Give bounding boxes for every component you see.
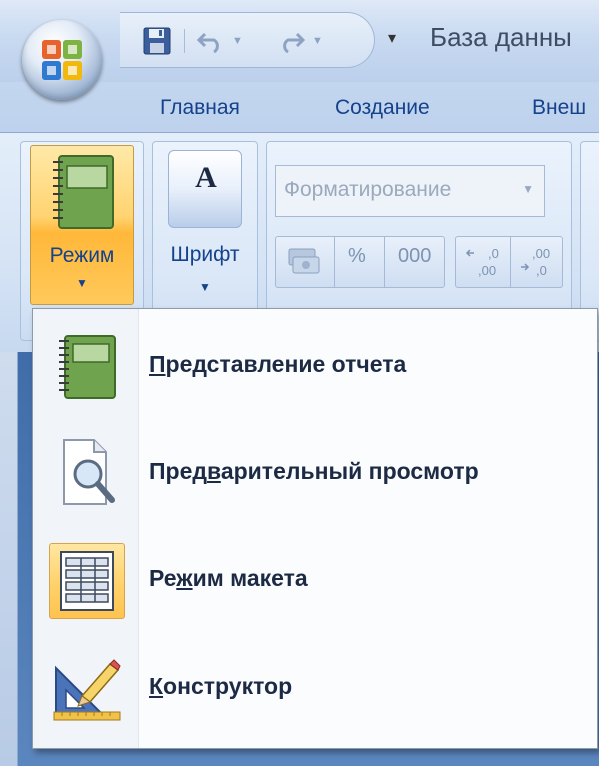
mode-button[interactable]: Режим ▼ bbox=[30, 145, 134, 305]
increase-decimal-button[interactable]: ,0 ,00 bbox=[464, 243, 504, 285]
window-title: База данны bbox=[430, 22, 572, 52]
save-icon bbox=[143, 27, 171, 55]
redo-icon bbox=[283, 32, 306, 54]
qat-separator bbox=[184, 29, 185, 53]
menu-item-label: Режим макета bbox=[149, 565, 308, 591]
number-separator bbox=[334, 237, 335, 287]
report-notebook-icon bbox=[53, 155, 114, 229]
print-preview-icon bbox=[49, 436, 125, 512]
percent-format-button[interactable]: % bbox=[348, 245, 366, 268]
menu-item-print-preview[interactable]: Предварительный просмотр bbox=[37, 424, 593, 524]
decrease-decimal-button[interactable]: ,00 ,0 bbox=[516, 243, 556, 285]
undo-dropdown-icon[interactable]: ▼ bbox=[232, 35, 243, 47]
svg-text:,0: ,0 bbox=[536, 263, 547, 278]
customize-qat-icon[interactable]: ▾ bbox=[388, 28, 396, 48]
redo-button[interactable]: ▼ bbox=[276, 27, 323, 55]
currency-icon bbox=[288, 248, 320, 274]
font-button[interactable]: A bbox=[168, 150, 242, 228]
report-view-icon bbox=[49, 329, 125, 405]
save-button[interactable] bbox=[142, 27, 172, 55]
svg-text:,00: ,00 bbox=[478, 263, 496, 278]
formatting-combo[interactable]: Форматирование ▼ bbox=[275, 165, 545, 217]
formatting-combo-value: Форматирование bbox=[284, 178, 452, 201]
font-a-icon: A bbox=[195, 161, 217, 193]
font-button-label: Шрифт bbox=[170, 243, 240, 266]
tab-external[interactable]: Внеш bbox=[532, 96, 586, 120]
menu-item-label: Предварительный просмотр bbox=[149, 458, 479, 484]
undo-icon bbox=[196, 32, 219, 54]
navigation-pane-edge bbox=[0, 352, 18, 766]
decrease-decimal-icon: ,00 ,0 bbox=[521, 246, 550, 278]
font-dropdown-icon[interactable]: ▼ bbox=[155, 280, 255, 294]
access-window: ▼ ▼ ▾ База данны Главная Создание Внеш Р… bbox=[0, 0, 599, 766]
tab-home[interactable]: Главная bbox=[160, 96, 240, 120]
menu-item-design-view[interactable]: Конструктор bbox=[37, 639, 593, 739]
thousands-format-button[interactable]: 000 bbox=[398, 245, 431, 268]
currency-format-button[interactable] bbox=[286, 243, 322, 285]
number-separator bbox=[384, 237, 385, 287]
menu-item-layout-view[interactable]: Режим макета bbox=[37, 531, 593, 631]
menu-item-report-view[interactable]: Представление отчета bbox=[37, 317, 593, 417]
office-logo-icon bbox=[42, 40, 82, 80]
decimal-separator bbox=[510, 237, 511, 287]
svg-text:,0: ,0 bbox=[488, 246, 499, 261]
redo-dropdown-icon[interactable]: ▼ bbox=[312, 35, 323, 47]
svg-text:A: A bbox=[195, 161, 217, 193]
increase-decimal-icon: ,0 ,00 bbox=[465, 246, 499, 278]
view-mode-menu: Представление отчета Предварительный про… bbox=[32, 308, 598, 749]
menu-item-label: Представление отчета bbox=[149, 351, 407, 377]
tab-create[interactable]: Создание bbox=[335, 96, 430, 120]
number-format-buttons: % 000 bbox=[275, 236, 445, 288]
svg-text:,00: ,00 bbox=[532, 246, 550, 261]
decimal-buttons: ,0 ,00 ,00 ,0 bbox=[455, 236, 563, 288]
chevron-down-icon: ▼ bbox=[522, 182, 534, 196]
mode-dropdown-icon: ▼ bbox=[76, 276, 88, 290]
design-view-icon bbox=[49, 651, 125, 727]
layout-view-icon bbox=[49, 543, 125, 619]
office-button[interactable] bbox=[22, 20, 102, 100]
quick-access-toolbar: ▼ ▼ bbox=[120, 12, 375, 68]
ribbon-tabs: Главная Создание Внеш bbox=[0, 82, 599, 132]
undo-button[interactable]: ▼ bbox=[196, 27, 243, 55]
mode-button-label: Режим bbox=[49, 244, 115, 267]
menu-item-label: Конструктор bbox=[149, 673, 293, 699]
